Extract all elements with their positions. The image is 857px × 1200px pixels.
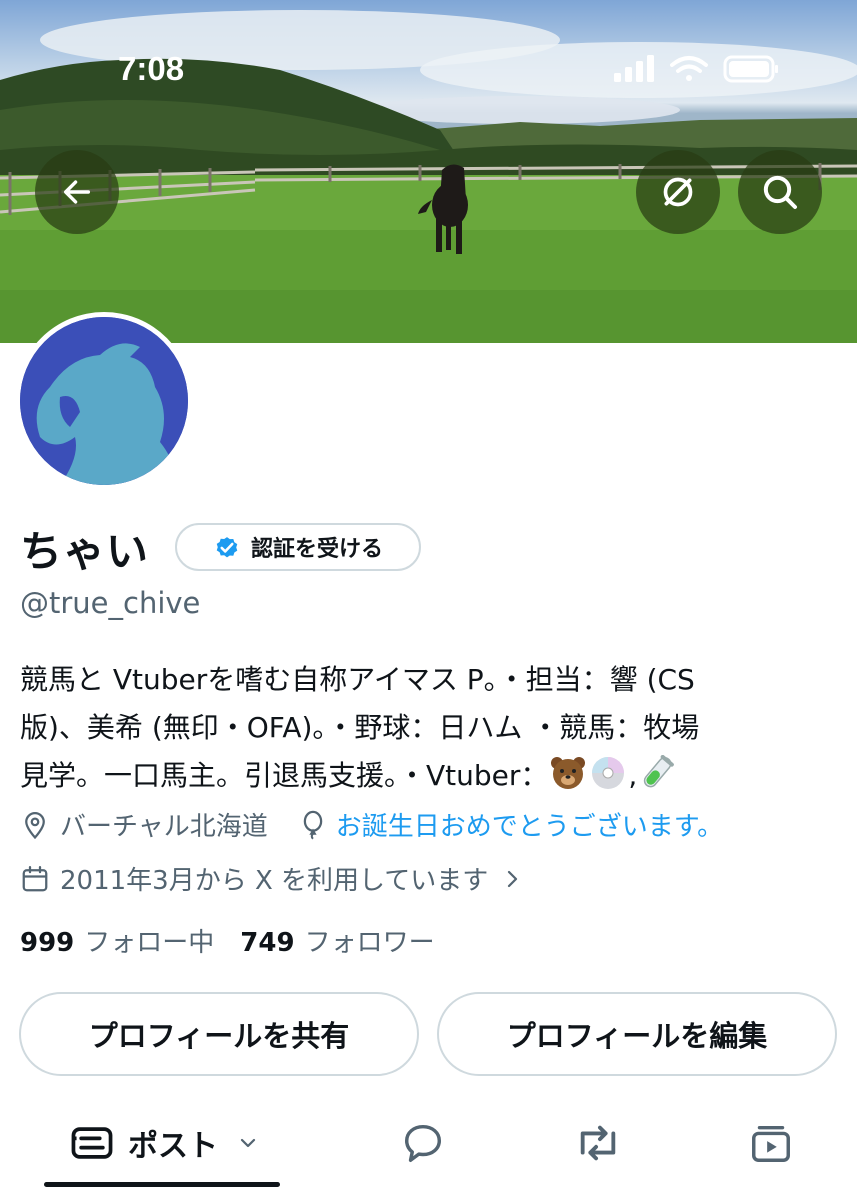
grok-icon (663, 177, 693, 207)
joined-row[interactable]: 2011年3月から X を利用しています (20, 860, 524, 897)
test-tube-emoji-icon (644, 755, 675, 788)
location-icon (25, 811, 45, 839)
tab-reposts[interactable] (555, 1100, 641, 1186)
tab-replies[interactable] (380, 1100, 466, 1186)
bear-emoji-icon (551, 757, 586, 789)
media-play-icon (752, 1125, 790, 1162)
location-text: バーチャル北海道 (60, 812, 268, 842)
follow-stats: 999 フォロー中 749 フォロワー (20, 922, 435, 959)
bio-line-3-text: 見学。一口馬主。引退馬支援。・Vtuber： (20, 759, 549, 792)
edit-profile-button[interactable]: プロフィールを編集 (437, 992, 837, 1076)
calendar-icon (22, 865, 48, 891)
following-count: 999 (20, 928, 75, 958)
share-profile-button[interactable]: プロフィールを共有 (19, 992, 419, 1076)
arrow-left-icon (63, 180, 91, 204)
followers-stat[interactable]: 749 フォロワー (240, 922, 434, 959)
tab-posts[interactable]: ポスト (40, 1100, 290, 1186)
balloon-icon (303, 810, 322, 839)
active-tab-indicator (44, 1182, 280, 1187)
search-button[interactable] (738, 150, 822, 234)
get-verified-button[interactable]: 認証を受ける (175, 523, 421, 571)
birthday-link[interactable]: お誕生日おめでとうございます。 (336, 806, 723, 843)
chevron-down-icon (240, 1138, 256, 1148)
following-label: フォロー中 (84, 928, 215, 958)
followers-count: 749 (240, 928, 295, 958)
chevron-right-icon (508, 870, 518, 887)
status-time: 7:08 (118, 50, 185, 87)
avatar[interactable] (15, 312, 193, 490)
avatar-image (20, 317, 188, 485)
following-stat[interactable]: 999 フォロー中 (20, 922, 214, 959)
grok-button[interactable] (636, 150, 720, 234)
bio-line-1: 競馬と Vtuberを嗜む自称アイマス P。・担当：響 (CS (20, 663, 695, 696)
joined-text: 2011年3月から X を利用しています (60, 866, 489, 896)
display-name: ちゃい (20, 527, 150, 576)
back-button[interactable] (35, 150, 119, 234)
bio-separator: , (628, 759, 638, 792)
signal-icon (614, 55, 654, 82)
tab-media[interactable] (728, 1100, 814, 1186)
battery-icon (723, 55, 778, 83)
profile-meta-row: バーチャル北海道 お誕生日おめでとうございます。 (20, 806, 723, 843)
bio-line-2: 版)、美希 (無印・OFA)。・野球：日ハム ・競馬：牧場 (20, 711, 700, 744)
profile-banner[interactable]: 7:08 (0, 0, 857, 343)
cd-disc-emoji-icon (592, 757, 625, 789)
profile-bio: 競馬と Vtuberを嗜む自称アイマス P。・担当：響 (CS 版)、美希 (無… (20, 656, 820, 800)
search-icon (763, 175, 797, 209)
bio-line-3: 見学。一口馬主。引退馬支援。・Vtuber： , (20, 752, 820, 800)
user-handle: @true_chive (20, 586, 201, 620)
tab-posts-label: ポスト (128, 1129, 218, 1164)
repost-icon (580, 1125, 616, 1161)
posts-list-icon (71, 1127, 113, 1159)
status-bar: 7:08 (0, 0, 857, 130)
profile-tab-bar: ポスト (0, 1100, 857, 1200)
wifi-icon (670, 56, 708, 81)
verified-badge-icon (216, 537, 238, 558)
reply-bubble-icon (404, 1124, 442, 1162)
get-verified-label: 認証を受ける (250, 537, 383, 562)
status-icons (612, 53, 782, 89)
followers-label: フォロワー (304, 928, 435, 958)
